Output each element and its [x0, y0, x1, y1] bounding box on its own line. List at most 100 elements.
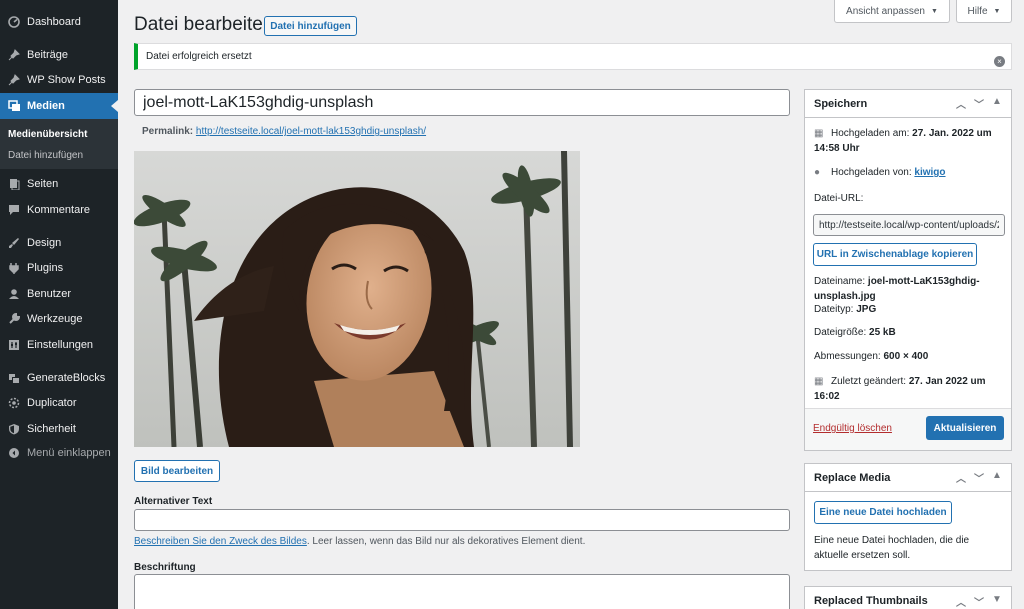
uploader-link[interactable]: kiwigo — [914, 167, 945, 178]
sidebar-item-seiten[interactable]: Seiten — [0, 172, 118, 196]
sidebar-item-medien[interactable]: Medien — [0, 93, 118, 119]
attachment-image — [134, 151, 580, 447]
screen-options-button[interactable]: Ansicht anpassen ▼ — [834, 0, 950, 23]
replaced-thumbnails-header: Replaced Thumbnails ︿ ﹀ ▼ — [805, 587, 1011, 609]
duplicator-icon — [7, 396, 21, 410]
file-type: Dateityp: JPG — [814, 304, 877, 315]
update-button[interactable]: Aktualisieren — [926, 416, 1004, 440]
sidebar-item-generateblocks[interactable]: GenerateBlocks — [0, 366, 118, 390]
replaced-thumbnails-postbox: Replaced Thumbnails ︿ ﹀ ▼ — [804, 586, 1012, 609]
chevron-down-icon: ▼ — [993, 7, 1001, 15]
move-up-icon[interactable]: ︿ — [955, 96, 967, 111]
file-name: Dateiname: joel-mott-LaK153ghdig-unsplas… — [814, 276, 980, 302]
move-up-icon[interactable]: ︿ — [955, 594, 967, 609]
uploaded-by: ● Hochgeladen von: kiwigo — [814, 167, 946, 178]
media-icon — [7, 99, 21, 113]
sidebar-item-kommentare[interactable]: Kommentare — [0, 198, 118, 222]
settings-icon — [7, 338, 21, 352]
replace-media-header: Replace Media ︿ ﹀ ▲ — [805, 464, 1011, 492]
sidebar-item-label: Sicherheit — [27, 423, 76, 435]
calendar-icon: ▦ — [814, 376, 824, 387]
move-down-icon[interactable]: ﹀ — [973, 594, 985, 609]
sidebar-item-label: Plugins — [27, 262, 64, 274]
sidebar-item-label: Dashboard — [27, 16, 81, 28]
submenu-item-media-library[interactable]: Medienübersicht — [8, 129, 87, 140]
save-postbox-header: Speichern ︿ ﹀ ▲ — [805, 90, 1011, 118]
sidebar-item-design[interactable]: Design — [0, 231, 118, 255]
sidebar-item-label: Einstellungen — [27, 339, 94, 351]
photo-illustration — [134, 151, 580, 447]
edit-image-button[interactable]: Bild bearbeiten — [134, 460, 220, 482]
copy-url-button[interactable]: URL in Zwischenablage kopieren — [813, 243, 977, 266]
move-down-icon[interactable]: ﹀ — [973, 96, 985, 111]
alt-text-help: Beschreiben Sie den Zweck des Bildes. Le… — [134, 536, 585, 547]
sidebar-item-werkzeuge[interactable]: Werkzeuge — [0, 307, 118, 331]
alt-text-help-link[interactable]: Beschreiben Sie den Zweck des Bildes — [134, 536, 307, 547]
collapse-toggle-icon[interactable]: ▼ — [991, 594, 1003, 609]
sidebar-item-plugins[interactable]: Plugins — [0, 256, 118, 280]
alt-text-label: Alternativer Text — [134, 496, 213, 507]
sidebar-item-dashboard[interactable]: Dashboard — [0, 10, 118, 34]
replaced-thumbnails-title: Replaced Thumbnails — [814, 595, 928, 607]
collapse-toggle-icon[interactable]: ▲ — [991, 470, 1003, 485]
move-down-icon[interactable]: ﹀ — [973, 470, 985, 485]
pages-icon — [7, 177, 21, 191]
collapse-toggle-icon[interactable]: ▲ — [991, 96, 1003, 111]
sidebar-item-label: Menü einklappen — [27, 447, 111, 459]
file-url-input[interactable] — [813, 214, 1005, 236]
sidebar-item-label: Design — [27, 237, 62, 249]
collapse-menu-button[interactable]: Menü einklappen — [0, 441, 118, 465]
sidebar-item-label: WP Show Posts — [27, 74, 106, 86]
sidebar-item-beitraege[interactable]: Beiträge — [0, 43, 118, 67]
sidebar-item-wp-show-posts[interactable]: WP Show Posts — [0, 68, 118, 92]
alt-text-input[interactable] — [134, 509, 790, 531]
caption-textarea[interactable] — [134, 574, 790, 609]
title-input[interactable] — [134, 89, 790, 116]
file-size: Dateigröße: 25 kB — [814, 327, 896, 338]
add-file-button[interactable]: Datei hinzufügen — [264, 16, 357, 36]
chevron-down-icon: ▼ — [931, 7, 938, 15]
file-url-label: Datei-URL: — [814, 193, 864, 204]
sidebar-item-label: Duplicator — [27, 397, 77, 409]
help-label: Hilfe — [967, 5, 988, 17]
sidebar-item-label: Kommentare — [27, 204, 90, 216]
sidebar-item-duplicator[interactable]: Duplicator — [0, 391, 118, 415]
user-icon — [7, 287, 21, 301]
upload-new-file-button[interactable]: Eine neue Datei hochladen — [814, 501, 952, 524]
save-postbox: Speichern ︿ ﹀ ▲ ▦ Hochgeladen am: 27. Jan… — [804, 89, 1012, 451]
success-notice: Datei erfolgreich ersetzt × — [134, 43, 1012, 70]
replace-media-postbox: Replace Media ︿ ﹀ ▲ Eine neue Datei hoch… — [804, 463, 1012, 571]
permalink: Permalink: http://testseite.local/joel-m… — [142, 126, 426, 137]
comment-icon — [7, 203, 21, 217]
dashboard-icon — [7, 15, 21, 29]
sidebar-item-label: GenerateBlocks — [27, 372, 106, 384]
sidebar-item-sicherheit[interactable]: Sicherheit — [0, 417, 118, 441]
user-icon: ● — [814, 167, 821, 178]
sidebar-item-label: Medien — [27, 100, 65, 112]
sidebar-item-label: Beiträge — [27, 49, 68, 61]
sidebar-item-einstellungen[interactable]: Einstellungen — [0, 333, 118, 357]
sidebar-item-benutzer[interactable]: Benutzer — [0, 282, 118, 306]
submenu-item-add-file[interactable]: Datei hinzufügen — [8, 150, 83, 161]
wrench-icon — [7, 312, 21, 326]
media-submenu: Medienübersicht Datei hinzufügen — [0, 119, 118, 169]
dimensions: Abmessungen: 600 × 400 — [814, 351, 929, 362]
help-button[interactable]: Hilfe ▼ — [956, 0, 1012, 23]
pin-icon — [7, 73, 21, 87]
save-postbox-footer: Endgültig löschen Aktualisieren — [805, 408, 1011, 450]
sidebar-item-label: Werkzeuge — [27, 313, 83, 325]
sidebar-item-label: Benutzer — [27, 288, 72, 300]
move-up-icon[interactable]: ︿ — [955, 470, 967, 485]
alt-text-help-text: . Leer lassen, wenn das Bild nur als dek… — [306, 536, 586, 547]
last-modified: ▦ Zuletzt geändert: 27. Jan 2022 um 16:02 — [814, 376, 986, 402]
screen-options-label: Ansicht anpassen — [846, 5, 925, 17]
blocks-icon — [7, 371, 21, 385]
plugin-icon — [7, 261, 21, 275]
shield-icon — [7, 422, 21, 436]
caption-label: Beschriftung — [134, 562, 196, 573]
delete-permanently-link[interactable]: Endgültig löschen — [813, 423, 892, 434]
page-title: Datei bearbeiten — [134, 14, 274, 35]
permalink-link[interactable]: http://testseite.local/joel-mott-lak153g… — [196, 126, 426, 137]
dismiss-notice-icon[interactable]: × — [994, 56, 1005, 67]
sidebar-item-label: Seiten — [27, 178, 59, 190]
